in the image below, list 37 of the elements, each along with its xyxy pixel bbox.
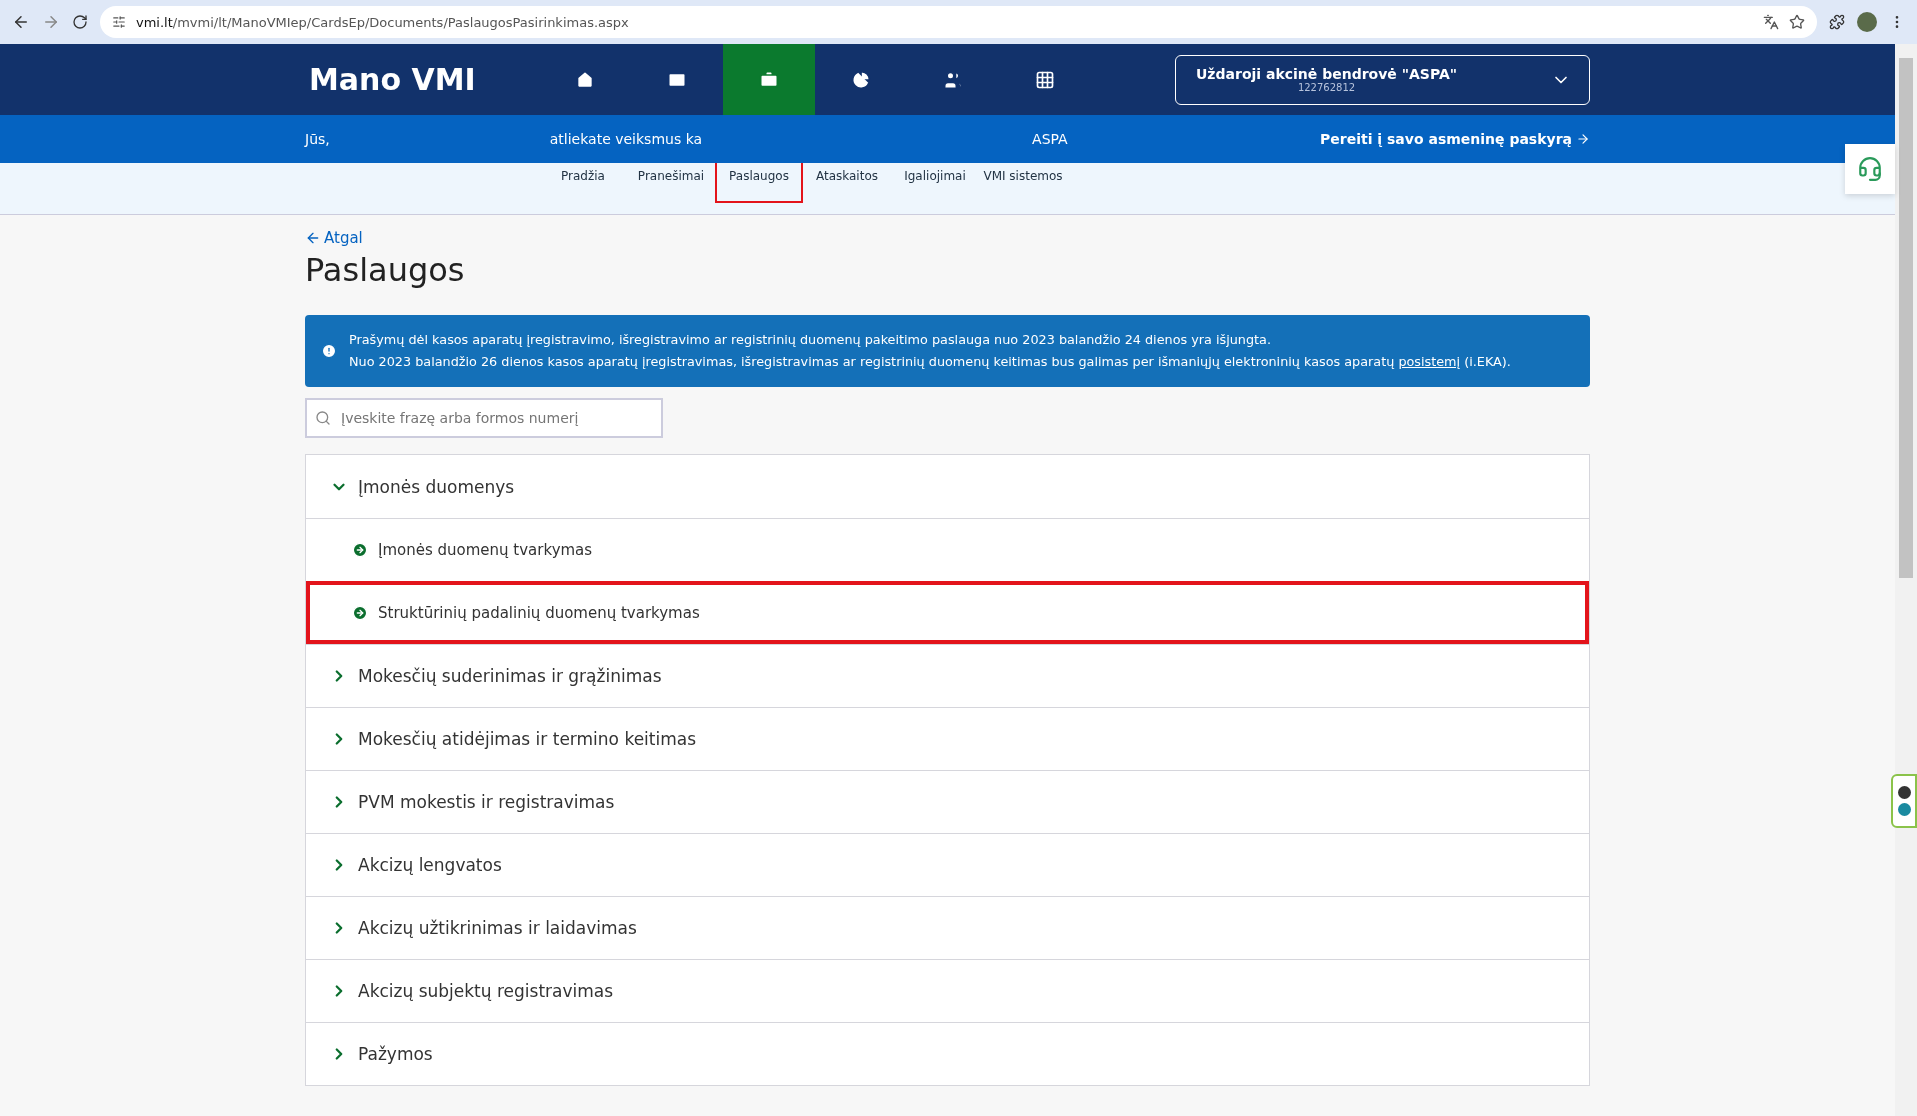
arrow-circle-icon: [352, 605, 368, 621]
nav-link[interactable]: VMI sistemos: [979, 163, 1067, 203]
nav-link[interactable]: Paslaugos: [715, 163, 803, 203]
notice-text: Prašymų dėl kasos aparatų įregistravimo, išregistravimo ar registrinių duomenų pakeitimo paslauga nuo 2023 balandžio 24 dienos yra išjungta. Nuo 2023 balandžio 26 dienos kasos aparatų įregistravimas, išregistravimas ar registrinių duomenų keitimas bus galimas per išmaniųjų elektroninių kasos aparatų posistemį (i.EKA).: [349, 331, 1511, 371]
puzzle-icon[interactable]: [1829, 14, 1845, 30]
arrow-circle-icon: [352, 542, 368, 558]
site-logo: Mano VMI: [308, 62, 477, 97]
nav-link[interactable]: Pranešimai: [627, 163, 715, 203]
search-field[interactable]: Įveskite frazę arba formos numerį: [305, 398, 663, 438]
header-text: ASPA: [1032, 131, 1068, 147]
scrollbar-thumb[interactable]: [1899, 58, 1913, 578]
nav-link[interactable]: Igaliojimai: [891, 163, 979, 203]
star-icon[interactable]: [1789, 14, 1805, 30]
nav-link[interactable]: Ataskaitos: [803, 163, 891, 203]
subsystem-link[interactable]: posistemį: [1398, 354, 1461, 369]
header-text: Jūs,: [305, 131, 330, 147]
back-icon[interactable]: [12, 13, 30, 31]
url-text: vmi.lt/mvmi/lt/ManoVMIep/CardsEp/Documents/PaslaugosPasirinkimas.aspx: [136, 14, 629, 30]
briefcase-icon[interactable]: [723, 44, 815, 115]
search-icon: [315, 410, 331, 426]
nav-link[interactable]: Pradžia: [539, 163, 627, 203]
translate-icon[interactable]: [1763, 14, 1779, 30]
arrow-left-icon: [305, 230, 321, 246]
back-link[interactable]: Atgal: [305, 229, 363, 247]
forward-icon[interactable]: [42, 13, 60, 31]
page-title: Paslaugos: [305, 251, 466, 289]
reload-icon[interactable]: [72, 14, 88, 30]
extension-widget[interactable]: [1891, 774, 1917, 828]
service-link[interactable]: Struktūrinių padalinių duomenų tvarkymas: [306, 581, 1589, 644]
header-text: atliekate veiksmus ka: [549, 131, 703, 147]
site-settings-icon[interactable]: [112, 15, 126, 29]
personal-account-link[interactable]: Pereiti į savo asmeninę paskyrą: [1320, 131, 1590, 147]
address-bar[interactable]: vmi.lt/mvmi/lt/ManoVMIep/CardsEp/Documents/PaslaugosPasirinkimas.aspx: [100, 6, 1817, 38]
profile-avatar[interactable]: [1857, 12, 1877, 32]
alert-icon: [321, 343, 337, 359]
account-selector[interactable]: Uždaroji akcinė bendrovė "ASPA" 122762812: [1175, 54, 1590, 105]
support-icon[interactable]: [1845, 144, 1895, 194]
